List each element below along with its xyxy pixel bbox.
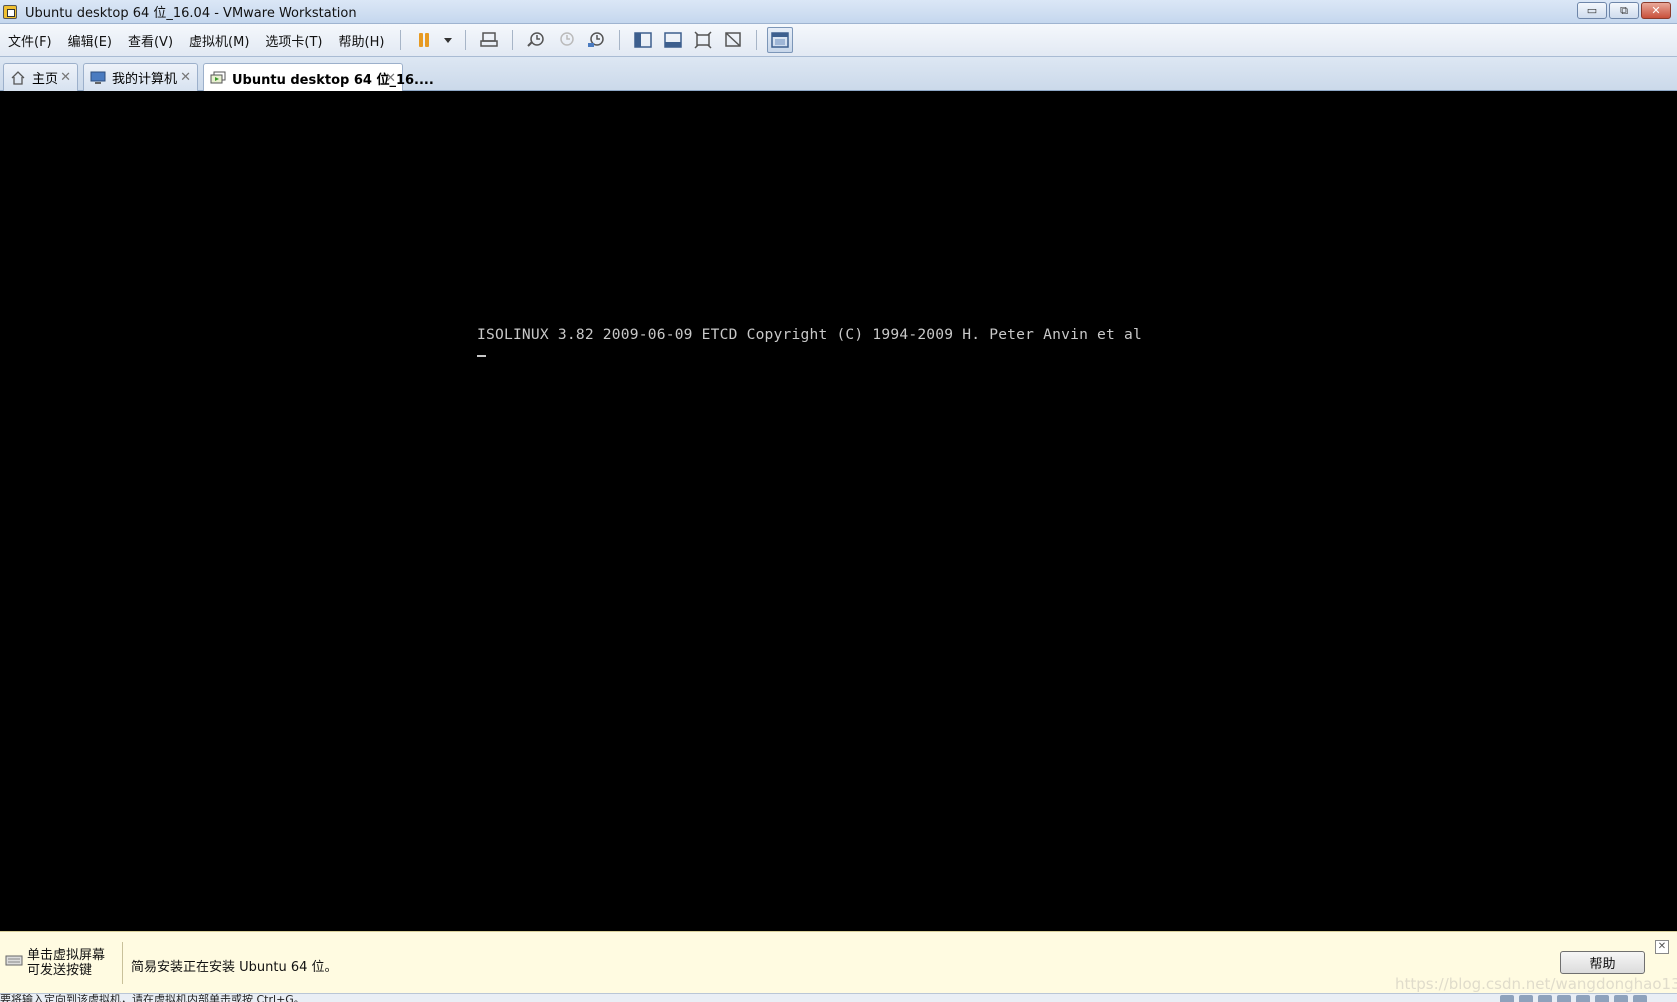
keyboard-icon	[5, 955, 23, 966]
boot-message: ISOLINUX 3.82 2009-06-09 ETCD Copyright …	[477, 326, 1142, 343]
close-button[interactable]: ✕	[1641, 2, 1671, 19]
tab-close-icon[interactable]: ✕	[385, 71, 396, 86]
menu-vm[interactable]: 虚拟机(M)	[181, 31, 257, 50]
hint-line: 可发送按键	[27, 963, 93, 978]
revert-snapshot-icon	[560, 32, 575, 46]
menu-toolbar: 文件(F) 编辑(E) 查看(V) 虚拟机(M) 选项卡(T) 帮助(H)	[0, 24, 1677, 57]
usb-controller-icon[interactable]	[1576, 995, 1590, 1002]
text-cursor	[477, 355, 486, 357]
cd-dvd-icon[interactable]	[1538, 995, 1552, 1002]
toolbar-separator	[756, 30, 758, 50]
thumbnail-bar-icon	[664, 32, 683, 48]
tab-home[interactable]: 主页 ✕	[3, 63, 78, 91]
sound-card-icon[interactable]	[1614, 995, 1628, 1002]
menu-view[interactable]: 查看(V)	[120, 31, 181, 50]
console-view-button[interactable]	[767, 27, 794, 53]
tab-close-icon[interactable]: ✕	[60, 70, 71, 85]
show-library-button[interactable]	[630, 27, 656, 53]
home-icon	[10, 70, 26, 85]
window-controls: ▭ ⧉ ✕	[1577, 2, 1671, 19]
menu-tabs[interactable]: 选项卡(T)	[257, 31, 330, 50]
console-view-icon	[771, 32, 790, 48]
tab-label: 我的计算机	[112, 72, 178, 87]
chevron-down-icon	[444, 38, 453, 43]
hard-disk-icon[interactable]	[1500, 995, 1514, 1002]
display-icon[interactable]	[1633, 995, 1647, 1002]
restore-button[interactable]: ⧉	[1609, 2, 1639, 19]
power-dropdown-button[interactable]	[441, 27, 455, 53]
tab-label: Ubuntu desktop 64 位_16....	[232, 72, 434, 88]
toolbar-separator	[619, 30, 621, 50]
device-status-icons	[1500, 995, 1647, 1002]
vm-console-screen[interactable]: ISOLINUX 3.82 2009-06-09 ETCD Copyright …	[0, 91, 1677, 931]
unity-icon	[725, 32, 742, 47]
minimize-button[interactable]: ▭	[1577, 2, 1607, 19]
thumbnail-bar-button[interactable]	[660, 27, 686, 53]
close-notification-icon[interactable]: ✕	[1655, 940, 1669, 954]
notification-divider	[122, 942, 123, 984]
network-adapter-icon[interactable]	[1557, 995, 1571, 1002]
watermark-text: https://blog.csdn.net/wangdonghao137	[1395, 975, 1677, 993]
printer-icon[interactable]	[1595, 995, 1609, 1002]
cd-dvd-icon[interactable]	[1519, 995, 1533, 1002]
snapshot-manager-button[interactable]	[583, 27, 609, 53]
hint-line: 单击虚拟屏幕	[27, 948, 106, 963]
snapshot-icon	[527, 32, 545, 47]
tab-ubuntu-vm[interactable]: Ubuntu desktop 64 位_16.... ✕	[203, 63, 434, 92]
unity-button[interactable]	[720, 27, 746, 53]
notification-bar: 单击虚拟屏幕 可发送按键 简易安装正在安装 Ubuntu 64 位。 https…	[0, 931, 1677, 993]
menu-file[interactable]: 文件(F)	[0, 31, 60, 50]
status-bar: 要将输入定向到该虚拟机，请在虚拟机内部单击或按 Ctrl+G。	[0, 993, 1677, 1002]
take-snapshot-button[interactable]	[523, 27, 549, 53]
install-status-message: 简易安装正在安装 Ubuntu 64 位。	[131, 960, 338, 975]
click-to-send-keys-hint: 单击虚拟屏幕 可发送按键	[27, 948, 105, 978]
pause-icon	[419, 33, 424, 47]
toolbar-separator	[512, 30, 514, 50]
pause-button[interactable]	[411, 27, 437, 53]
tab-strip: 主页 ✕ 我的计算机 ✕ Ubuntu desktop 64 位_16.... …	[0, 57, 1677, 92]
full-screen-button[interactable]	[690, 27, 716, 53]
send-ctrl-alt-del-icon	[480, 32, 499, 47]
revert-snapshot-button[interactable]	[553, 27, 579, 53]
help-button[interactable]: 帮助	[1560, 951, 1645, 974]
tab-my-computer[interactable]: 我的计算机 ✕	[83, 63, 198, 91]
show-library-icon	[634, 32, 653, 48]
vm-icon	[210, 71, 226, 85]
full-screen-icon	[694, 31, 712, 49]
menu-help[interactable]: 帮助(H)	[331, 31, 393, 50]
toolbar-separator	[465, 30, 467, 50]
title-bar: Ubuntu desktop 64 位_16.04 - VMware Works…	[0, 0, 1677, 24]
toolbar-separator	[400, 30, 402, 50]
tab-close-icon[interactable]: ✕	[180, 70, 191, 85]
window-title: Ubuntu desktop 64 位_16.04 - VMware Works…	[25, 6, 357, 21]
computer-icon	[90, 71, 106, 85]
send-ctrl-alt-del-button[interactable]	[476, 27, 502, 53]
vmware-app-icon	[3, 4, 17, 19]
tab-label: 主页	[32, 72, 59, 87]
status-text: 要将输入定向到该虚拟机，请在虚拟机内部单击或按 Ctrl+G。	[0, 993, 305, 1002]
menu-edit[interactable]: 编辑(E)	[60, 31, 120, 50]
snapshot-manager-icon	[588, 32, 605, 47]
